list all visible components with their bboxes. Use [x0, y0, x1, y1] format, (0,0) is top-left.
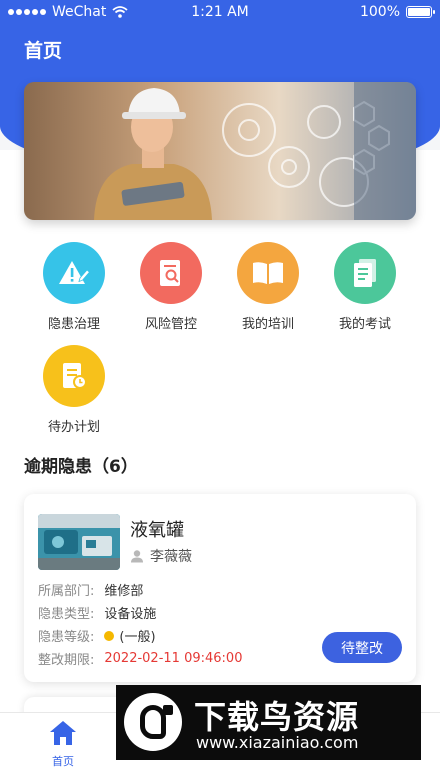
tab-label: 首页	[52, 755, 74, 768]
info-value-wrap: (一般)	[104, 626, 156, 645]
watermark-url: www.xiazainiao.com	[196, 733, 359, 752]
overdue-section-title: 逾期隐患（6）	[24, 457, 138, 477]
info-key: 隐患类型:	[38, 607, 95, 622]
person-icon	[131, 550, 143, 563]
watermark-overlay: 下载鸟资源 www.xiazainiao.com	[116, 685, 421, 760]
info-key: 整改期限:	[38, 653, 95, 668]
document-search-icon	[140, 242, 202, 304]
level-dot-icon	[104, 630, 115, 641]
info-value: (一般)	[119, 630, 156, 645]
menu-label: 我的考试	[338, 317, 391, 332]
watermark-logo	[124, 693, 182, 751]
person-name: 李薇薇	[150, 549, 192, 565]
info-row-hazard-type: 隐患类型: 设备设施	[38, 603, 156, 622]
menu-label: 风险管控	[144, 317, 197, 332]
info-row-hazard-level: 隐患等级: (一般)	[38, 626, 156, 645]
menu-label: 待办计划	[47, 420, 100, 435]
status-bar: WeChat 1:21 AM 100%	[0, 0, 440, 26]
page-title: 首页	[24, 40, 63, 62]
hazard-name: 液氧罐	[130, 520, 184, 541]
menu-item-hazard-governance[interactable]: 隐患治理	[29, 242, 119, 332]
info-row-department: 所属部门: 维修部	[38, 580, 143, 599]
battery-percent: 100%	[359, 4, 400, 20]
banner-image[interactable]	[24, 82, 416, 220]
equipment-thumbnail	[38, 514, 120, 570]
info-value: 设备设施	[104, 607, 157, 622]
menu-item-todo-plan[interactable]: 待办计划	[29, 345, 119, 435]
deadline-value: 2022-02-11 09:46:00	[104, 651, 243, 666]
menu-item-my-exam[interactable]: 我的考试	[320, 242, 410, 332]
engineer-banner-illustration	[24, 82, 416, 220]
responsible-person: 李薇薇	[130, 546, 192, 566]
home-icon	[50, 721, 76, 745]
menu-label: 隐患治理	[47, 317, 100, 332]
info-row-deadline: 整改期限: 2022-02-11 09:46:00	[38, 649, 242, 668]
watermark-title: 下载鸟资源	[194, 698, 360, 736]
hazard-card[interactable]: 液氧罐 李薇薇 所属部门: 维修部 隐患类型: 设备设施 隐患等级: (一般) …	[24, 494, 416, 682]
tab-home[interactable]: 首页	[23, 719, 103, 769]
menu-item-my-training[interactable]: 我的培训	[223, 242, 313, 332]
battery-icon	[406, 6, 435, 18]
plan-clock-icon	[43, 345, 105, 407]
info-key: 隐患等级:	[38, 630, 95, 645]
menu-item-risk-control[interactable]: 风险管控	[126, 242, 216, 332]
pending-rectify-button[interactable]: 待整改	[322, 632, 402, 663]
warning-edit-icon	[43, 242, 105, 304]
info-key: 所属部门:	[38, 584, 95, 599]
exam-paper-icon	[334, 242, 396, 304]
info-value: 维修部	[104, 584, 144, 599]
menu-label: 我的培训	[241, 317, 294, 332]
open-book-icon	[237, 242, 299, 304]
